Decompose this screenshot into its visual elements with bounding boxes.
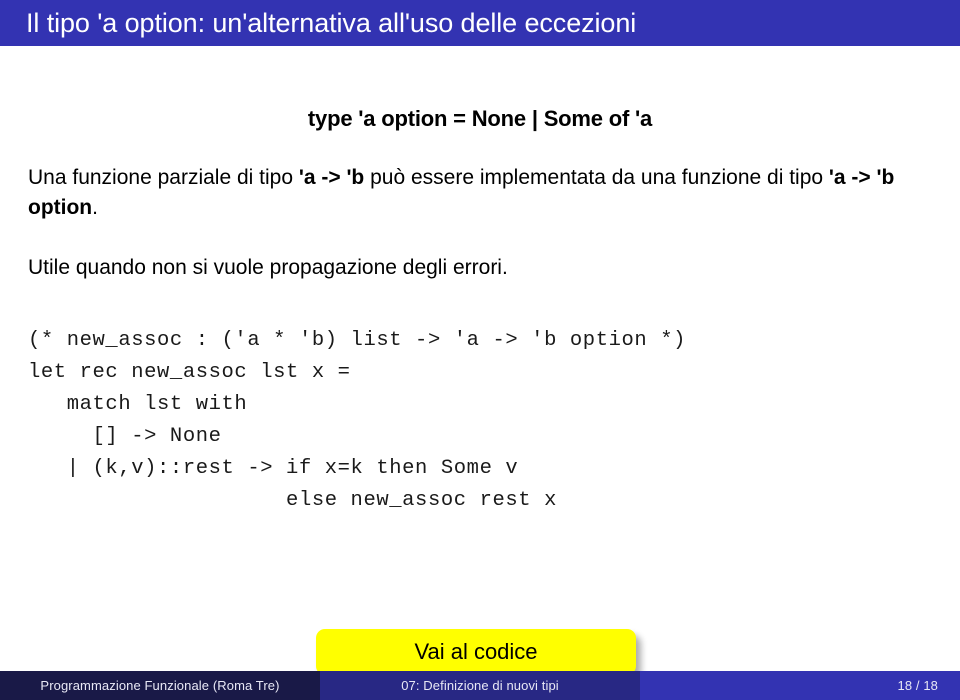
paragraph-error-propagation: Utile quando non si vuole propagazione d… [28, 253, 928, 283]
footer-page-number: 18 / 18 [897, 678, 938, 693]
paragraph-one-text-part2: può essere implementata da una funzione … [364, 166, 829, 189]
slide-title-bar: Il tipo 'a option: un'alternativa all'us… [0, 0, 960, 46]
footer-section-segment: 07: Definizione di nuovi tipi [320, 671, 640, 700]
paragraph-two-text: Utile quando non si vuole propagazione d… [28, 256, 508, 279]
slide-footer-bar: Programmazione Funzionale (Roma Tre) 07:… [0, 671, 960, 700]
paragraph-partial-function: Una funzione parziale di tipo 'a -> 'b p… [28, 163, 928, 223]
footer-author-text: Programmazione Funzionale (Roma Tre) [40, 678, 280, 693]
footer-page-segment: 18 / 18 [640, 671, 960, 700]
paragraph-one-text-part3: . [92, 196, 98, 219]
footer-author-segment: Programmazione Funzionale (Roma Tre) [0, 671, 320, 700]
ocaml-code-listing: (* new_assoc : ('a * 'b) list -> 'a -> '… [28, 328, 687, 512]
footer-section-text: 07: Definizione di nuovi tipi [401, 678, 559, 693]
type-definition-heading: type 'a option = None | Some of 'a [307, 106, 653, 131]
page-title: Il tipo 'a option: un'alternativa all'us… [26, 7, 637, 38]
paragraph-one-text-part1: Una funzione parziale di tipo [28, 166, 299, 189]
goto-code-button[interactable]: Vai al codice [316, 629, 636, 675]
slide-content-area: type 'a option = None | Some of 'a Una f… [0, 46, 960, 675]
paragraph-one-type-a-to-b: 'a -> 'b [298, 166, 365, 189]
goto-code-button-label: Vai al codice [414, 639, 538, 664]
